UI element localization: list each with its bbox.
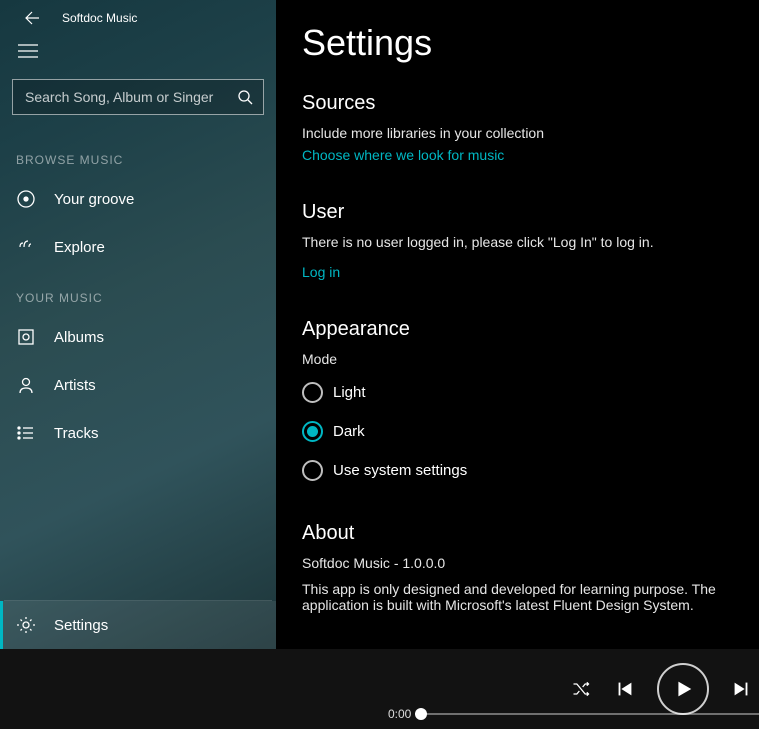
current-time: 0:00 [388,707,411,721]
about-heading: About [302,522,759,545]
nav-label: Explore [54,239,105,256]
nav-label: Tracks [54,425,98,442]
nav-label: Your groove [54,191,134,208]
nav-explore[interactable]: Explore [0,223,276,271]
app-title: Softdoc Music [62,11,137,25]
search-input[interactable] [25,89,237,105]
radio-dark[interactable]: Dark [302,412,759,451]
about-text: This app is only designed and developed … [302,581,759,613]
choose-location-link[interactable]: Choose where we look for music [302,147,504,163]
radio-light[interactable]: Light [302,373,759,412]
back-button[interactable] [24,10,40,26]
radio-icon [302,382,323,403]
groove-icon [16,189,36,209]
mode-radio-group: Light Dark Use system settings [302,373,759,490]
nav-label: Settings [54,617,108,634]
page-title: Settings [302,22,759,64]
sources-section: Sources Include more libraries in your c… [302,92,759,169]
nav-label: Albums [54,329,104,346]
shuffle-button[interactable] [569,677,593,701]
user-text: There is no user logged in, please click… [302,234,759,250]
gear-icon [16,615,36,635]
player-bar: 0:00 [0,649,759,729]
explore-icon [16,237,36,257]
browse-section-label: BROWSE MUSIC [0,133,276,175]
sources-heading: Sources [302,92,759,115]
previous-button[interactable] [613,677,637,701]
user-heading: User [302,201,759,224]
next-button[interactable] [729,677,753,701]
radio-system[interactable]: Use system settings [302,451,759,490]
search-icon[interactable] [237,89,253,105]
nav-albums[interactable]: Albums [0,313,276,361]
albums-icon [16,327,36,347]
title-bar: Softdoc Music [0,0,276,34]
artists-icon [16,375,36,395]
nav-settings[interactable]: Settings [0,601,276,649]
hamburger-button[interactable] [0,34,276,79]
nav-your-groove[interactable]: Your groove [0,175,276,223]
about-version: Softdoc Music - 1.0.0.0 [302,555,759,571]
progress-thumb[interactable] [415,708,427,720]
your-music-section-label: YOUR MUSIC [0,271,276,313]
radio-label: Dark [333,423,365,440]
tracks-icon [16,423,36,443]
main-content: Settings Sources Include more libraries … [276,0,759,649]
progress-track[interactable] [421,713,759,715]
sources-text: Include more libraries in your collectio… [302,125,759,141]
nav-label: Artists [54,377,96,394]
about-section: About Softdoc Music - 1.0.0.0 This app i… [302,522,759,613]
sidebar: Softdoc Music BROWSE MUSIC Your groove E… [0,0,276,649]
radio-label: Light [333,384,366,401]
login-link[interactable]: Log in [302,264,340,280]
progress-bar[interactable]: 0:00 [388,707,759,721]
appearance-heading: Appearance [302,318,759,341]
appearance-section: Appearance Mode Light Dark Use system se… [302,318,759,490]
nav-artists[interactable]: Artists [0,361,276,409]
radio-label: Use system settings [333,462,467,479]
radio-icon [302,460,323,481]
mode-label: Mode [302,351,759,367]
nav-tracks[interactable]: Tracks [0,409,276,457]
user-section: User There is no user logged in, please … [302,201,759,286]
search-box[interactable] [12,79,264,115]
radio-icon [302,421,323,442]
